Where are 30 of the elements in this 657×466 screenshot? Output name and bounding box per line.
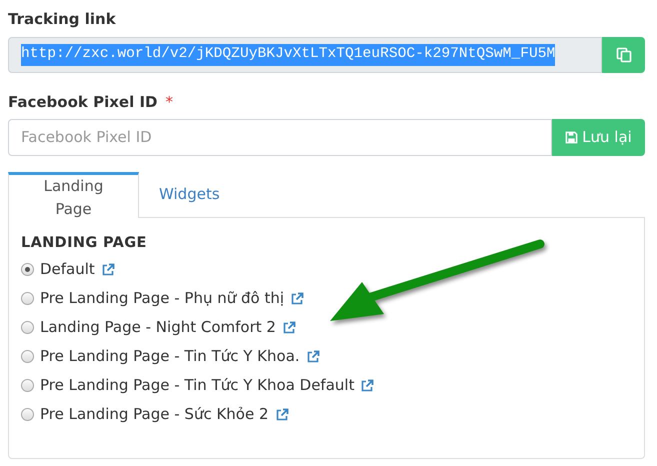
option-label: Pre Landing Page - Phụ nữ đô thị: [40, 288, 284, 310]
external-link-icon[interactable]: [274, 408, 289, 422]
save-button[interactable]: Lưu lại: [552, 119, 645, 156]
radio-button[interactable]: [21, 263, 34, 276]
option-label: Pre Landing Page - Sức Khỏe 2: [40, 404, 269, 426]
radio-button[interactable]: [21, 350, 34, 363]
tab[interactable]: Widgets: [139, 172, 240, 217]
tracking-link-field[interactable]: http://zxc.world/v2/jKDQZUyBKJvXtLTxTQ1euRSOC-k297NtQSwM_FU5M: [8, 37, 602, 73]
external-link-icon[interactable]: [282, 320, 296, 334]
required-mark: *: [165, 92, 173, 113]
external-link-icon[interactable]: [100, 262, 115, 276]
option-label: Landing Page - Night Comfort 2: [40, 317, 276, 338]
tracking-link-label: Tracking link: [8, 9, 117, 30]
tab[interactable]: Landing Page: [8, 172, 139, 218]
copy-button[interactable]: [602, 37, 645, 73]
external-link-icon[interactable]: [290, 292, 304, 306]
external-link-icon[interactable]: [360, 378, 374, 392]
radio-button[interactable]: [21, 321, 34, 334]
external-link-icon[interactable]: [306, 350, 320, 364]
radio-button[interactable]: [21, 292, 34, 305]
option-label: Default: [40, 259, 95, 280]
tracking-link-value: http://zxc.world/v2/jKDQZUyBKJvXtLTxTQ1euRSOC-k297NtQSwM_FU5M: [21, 44, 556, 66]
option-label: Pre Landing Page - Tin Tức Y Khoa Default: [40, 375, 354, 396]
section-title: LANDING PAGE: [21, 234, 148, 253]
copy-icon: [616, 47, 632, 63]
pixel-id-label: Facebook Pixel ID: [8, 92, 158, 113]
radio-button[interactable]: [21, 379, 34, 392]
pixel-id-field[interactable]: Facebook Pixel ID: [8, 119, 552, 156]
radio-button[interactable]: [21, 408, 34, 421]
option-label: Pre Landing Page - Tin Tức Y Khoa.: [40, 346, 300, 368]
